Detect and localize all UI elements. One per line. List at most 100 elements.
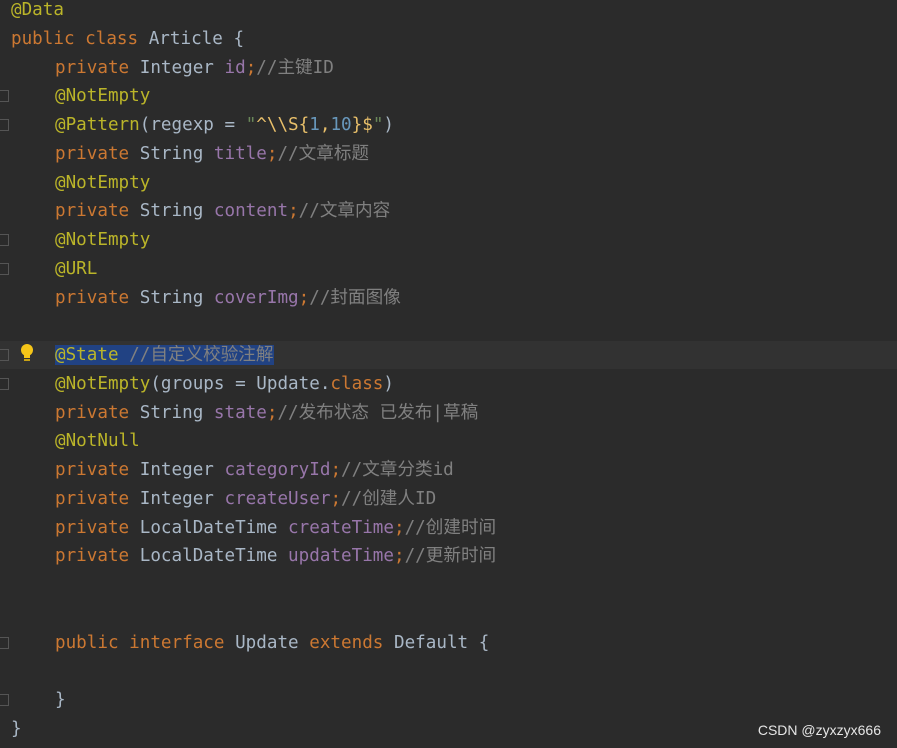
code-line[interactable]: @NotNull	[0, 427, 897, 455]
code-token: String	[139, 144, 214, 164]
code-token: @NotNull	[55, 431, 140, 451]
code-editor[interactable]: @Data public class Article {private Integ…	[0, 0, 897, 748]
code-line[interactable]: private String coverImg;//封面图像	[0, 284, 897, 312]
code-token: //创建时间	[404, 518, 497, 538]
code-line-text: private Integer createUser;//创建人ID	[55, 485, 436, 513]
fold-marker-icon[interactable]	[0, 637, 9, 649]
code-line-text: @NotNull	[55, 427, 140, 455]
code-line-text: }	[55, 686, 66, 714]
code-line[interactable]: public class Article {	[0, 25, 897, 53]
code-token: ;	[288, 201, 299, 221]
code-line-text: private LocalDateTime updateTime;//更新时间	[55, 542, 496, 570]
code-line-text: public class Article {	[11, 25, 244, 53]
fold-marker-icon[interactable]	[0, 119, 9, 131]
code-line[interactable]: private String title;//文章标题	[0, 140, 897, 168]
code-line[interactable]: @Pattern(regexp = "^\\S{1,10}$")	[0, 111, 897, 139]
code-token: private	[55, 144, 140, 164]
code-line[interactable]: private LocalDateTime updateTime;//更新时间	[0, 542, 897, 570]
code-line[interactable]: public interface Update extends Default …	[0, 629, 897, 657]
code-token: categoryId	[224, 460, 331, 480]
code-token: @NotEmpty	[55, 374, 151, 394]
code-token: //文章分类id	[341, 460, 454, 480]
code-token: ;	[393, 518, 405, 538]
code-line[interactable]: private Integer createUser;//创建人ID	[0, 485, 897, 513]
fold-marker-icon[interactable]	[0, 234, 9, 246]
code-token: //文章标题	[277, 144, 370, 164]
code-line[interactable]: @NotEmpty	[0, 226, 897, 254]
code-line-text: @Data	[11, 0, 64, 24]
code-line[interactable]: @State //自定义校验注解	[0, 341, 897, 369]
code-token: )	[383, 115, 394, 135]
code-line[interactable]: @NotEmpty	[0, 82, 897, 110]
fold-marker-icon[interactable]	[0, 694, 9, 706]
code-line-text: private Integer id;//主键ID	[55, 54, 334, 82]
fold-marker-icon[interactable]	[0, 349, 9, 361]
code-token: state	[213, 403, 267, 423]
code-line[interactable]: @URL	[0, 255, 897, 283]
code-token: //主键ID	[256, 58, 334, 78]
code-token: String	[139, 288, 214, 308]
fold-marker-icon[interactable]	[0, 263, 9, 275]
code-line[interactable]: @Data	[0, 0, 897, 24]
code-token: (regexp =	[139, 115, 246, 135]
code-line[interactable]: private String content;//文章内容	[0, 197, 897, 225]
code-token: updateTime	[288, 546, 394, 566]
code-token: coverImg	[213, 288, 299, 308]
code-token: )	[383, 374, 394, 394]
code-line[interactable]: @NotEmpty	[0, 169, 897, 197]
code-token: 10	[330, 115, 352, 135]
code-line-text: @NotEmpty	[55, 82, 150, 110]
code-token: Article {	[148, 29, 245, 49]
code-token: extends	[309, 633, 394, 653]
code-token: @State	[55, 345, 130, 365]
watermark: CSDN @zyxzyx666	[757, 722, 881, 738]
code-line-text: private LocalDateTime createTime;//创建时间	[55, 514, 496, 542]
code-token: ^\\S{	[256, 115, 310, 135]
code-token: private	[55, 518, 140, 538]
code-token: private	[55, 288, 140, 308]
code-token: Integer	[139, 460, 225, 480]
code-token: String	[139, 403, 214, 423]
code-token: Update	[235, 633, 310, 653]
code-line[interactable]: }	[0, 686, 897, 714]
code-token: private	[55, 403, 140, 423]
code-line[interactable]: private Integer categoryId;//文章分类id	[0, 456, 897, 484]
code-token: LocalDateTime	[139, 518, 289, 538]
code-line-text: private String content;//文章内容	[55, 197, 390, 225]
code-line[interactable]	[0, 571, 897, 599]
code-line[interactable]	[0, 312, 897, 340]
code-token: (groups = Update.	[150, 374, 331, 394]
code-line-text: @NotEmpty	[55, 226, 150, 254]
code-token: //自定义校验注解	[129, 345, 274, 365]
code-token: }$	[351, 115, 373, 135]
code-line[interactable]	[0, 600, 897, 628]
fold-marker-icon[interactable]	[0, 90, 9, 102]
code-token: id	[224, 58, 246, 78]
code-token: "	[372, 115, 384, 135]
code-line-text: @URL	[55, 255, 97, 283]
intention-bulb-icon[interactable]	[20, 343, 34, 363]
code-token: LocalDateTime	[139, 546, 289, 566]
code-token: title	[213, 144, 267, 164]
code-token: "	[245, 115, 257, 135]
code-token: }	[55, 690, 66, 710]
code-token: ;	[245, 58, 257, 78]
code-line[interactable]: private Integer id;//主键ID	[0, 54, 897, 82]
code-line[interactable]: @NotEmpty(groups = Update.class)	[0, 370, 897, 398]
code-token: ,	[319, 115, 331, 135]
code-line[interactable]	[0, 658, 897, 686]
fold-marker-icon[interactable]	[0, 378, 9, 390]
code-line[interactable]: private LocalDateTime createTime;//创建时间	[0, 514, 897, 542]
code-line-text: @NotEmpty	[55, 169, 150, 197]
code-line-text: public interface Update extends Default …	[55, 629, 489, 657]
code-token: public	[11, 29, 86, 49]
code-token: //文章内容	[298, 201, 391, 221]
code-line[interactable]: private String state;//发布状态 已发布|草稿	[0, 399, 897, 427]
code-token: @NotEmpty	[55, 86, 151, 106]
text-selection: @State //自定义校验注解	[55, 345, 274, 365]
code-token: ;	[266, 403, 278, 423]
code-token: //更新时间	[404, 546, 497, 566]
code-token: private	[55, 546, 140, 566]
code-token: @Data	[11, 0, 64, 20]
code-line-text: private String title;//文章标题	[55, 140, 369, 168]
